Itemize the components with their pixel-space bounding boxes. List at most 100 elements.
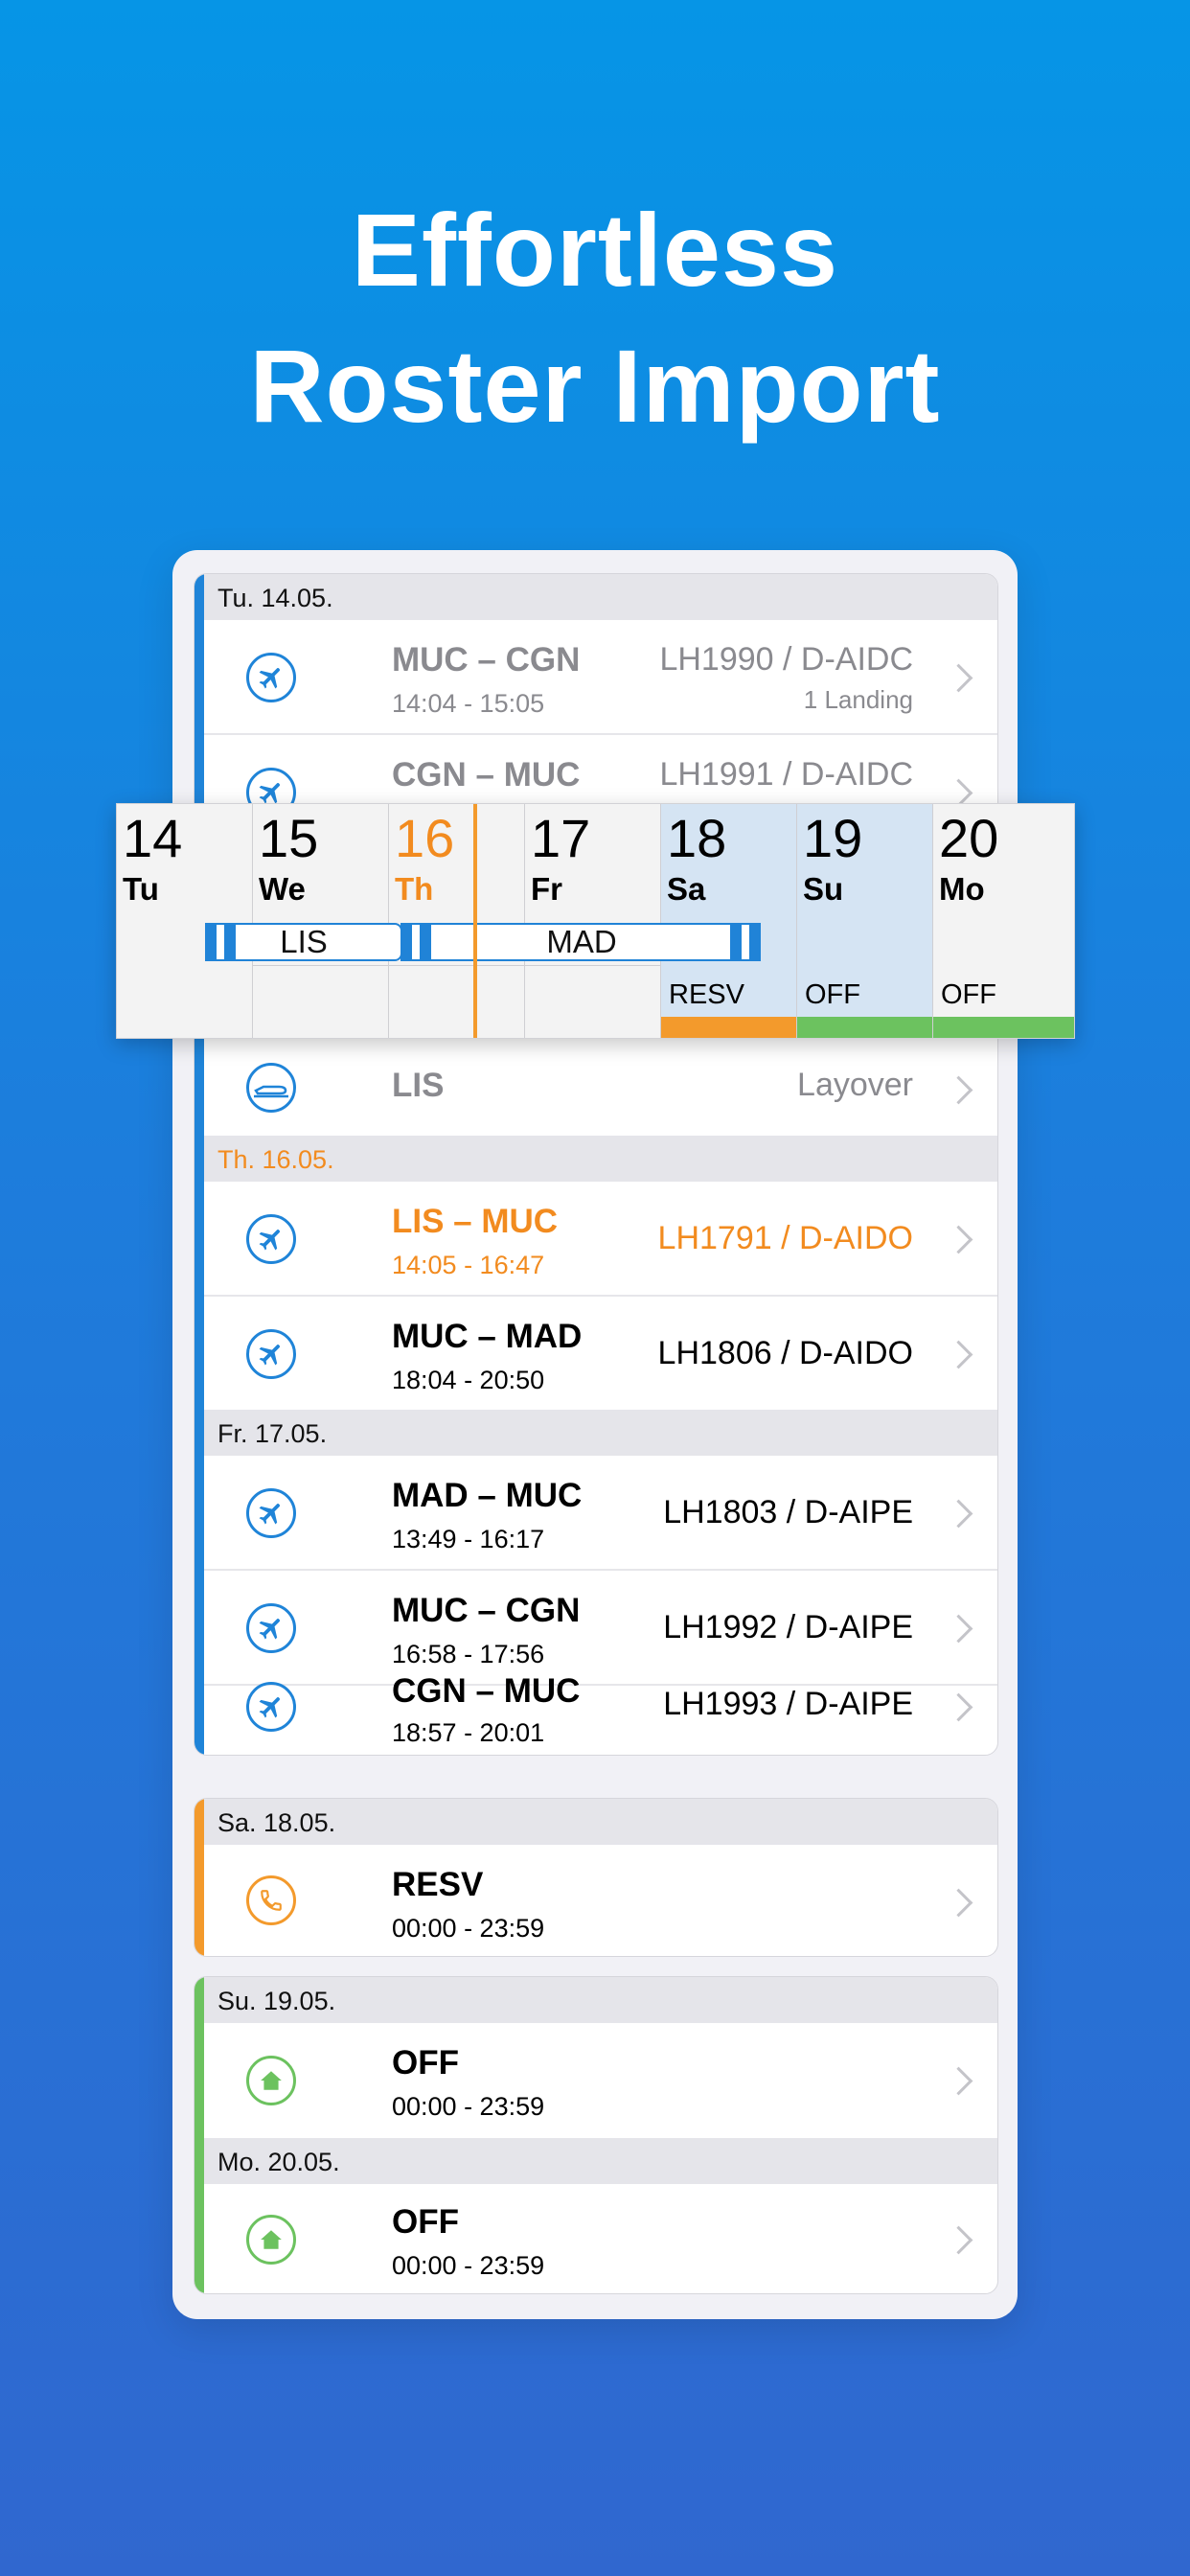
trip-pill-mad[interactable]: MAD [402, 923, 761, 961]
duty-title: OFF [392, 2044, 459, 2082]
weekday: Mo [939, 871, 985, 907]
layover-icon [246, 1063, 296, 1113]
airplane-icon [246, 1488, 296, 1538]
time-range: 00:00 - 23:59 [392, 2092, 545, 2121]
day-number: 17 [531, 808, 591, 868]
route: CGN – MUC [392, 756, 581, 794]
chevron-right-icon [944, 1075, 973, 1105]
duty-title: OFF [392, 2203, 459, 2241]
flight-row[interactable]: CGN – MUC 18:57 - 20:01 LH1993 / D-AIPE [204, 1672, 997, 1755]
phone-icon [246, 1875, 296, 1925]
time-range: 18:04 - 20:50 [392, 1366, 545, 1394]
airplane-icon [246, 1603, 296, 1653]
route: MUC – MAD [392, 1318, 583, 1355]
reserve-bar [195, 1799, 204, 1956]
flight-row[interactable]: MUC – CGN 14:04 - 15:05 LH1990 / D-AIDC … [204, 620, 997, 735]
flight-number: LH1806 / D-AIDO [657, 1335, 913, 1371]
current-time-line [473, 804, 477, 1038]
duty-label: OFF [805, 979, 860, 1010]
layover-place: LIS [392, 1067, 445, 1104]
headline-line-1: Effortless [351, 192, 839, 308]
weekday: Fr [531, 871, 562, 907]
flight-row[interactable]: MUC – CGN 16:58 - 17:56 LH1992 / D-AIPE [204, 1571, 997, 1686]
time-range: 13:49 - 16:17 [392, 1525, 545, 1553]
reserve-bar [661, 1017, 796, 1038]
route: LIS – MUC [392, 1203, 559, 1240]
chevron-right-icon [944, 1692, 973, 1722]
route: MUC – CGN [392, 1592, 581, 1629]
day-header-sa: Sa. 18.05. [204, 1799, 997, 1845]
day-header-mo: Mo. 20.05. [204, 2138, 997, 2184]
off-row[interactable]: OFF 00:00 - 23:59 [204, 2184, 997, 2293]
airplane-icon [246, 653, 296, 702]
home-icon [246, 2215, 296, 2265]
day-number: 19 [803, 808, 863, 868]
trip-block: Tu. 14.05. MUC – CGN 14:04 - 15:05 LH199… [194, 573, 998, 1756]
headline: Effortless Roster Import [0, 182, 1190, 454]
calendar-day[interactable]: 14 Tu [117, 804, 253, 1038]
weekday: Su [803, 871, 844, 907]
day-number: 18 [667, 808, 727, 868]
calendar-day[interactable]: 18 Sa RESV [661, 804, 797, 1038]
chevron-right-icon [944, 1499, 973, 1529]
day-number: 20 [939, 808, 999, 868]
trip-bar [195, 574, 204, 1755]
time-range: 16:58 - 17:56 [392, 1640, 545, 1668]
reserve-row[interactable]: RESV 00:00 - 23:59 [204, 1845, 997, 1956]
airplane-icon [246, 1682, 296, 1732]
home-icon [246, 2056, 296, 2105]
day-number: 14 [123, 808, 183, 868]
calendar-day[interactable]: 19 Su OFF [797, 804, 933, 1038]
time-range: 18:57 - 20:01 [392, 1718, 545, 1747]
off-bar [195, 1977, 204, 2293]
route: MAD – MUC [392, 1477, 583, 1514]
chevron-right-icon [944, 1888, 973, 1918]
calendar-strip: 14 Tu 15 We 16 Th 17 Fr 18 Sa RESV 19 Su… [116, 803, 1075, 1039]
chevron-right-icon [944, 2066, 973, 2096]
weekday: We [259, 871, 306, 907]
airplane-icon [246, 1214, 296, 1264]
weekday: Tu [123, 871, 159, 907]
time-range: 14:04 - 15:05 [392, 689, 545, 718]
flight-number: LH1791 / D-AIDO [657, 1220, 913, 1256]
time-range: 00:00 - 23:59 [392, 1914, 545, 1943]
calendar-day-today[interactable]: 16 Th [389, 804, 525, 1038]
calendar-day[interactable]: 15 We [253, 804, 389, 1038]
headline-line-2: Roster Import [249, 328, 941, 444]
reserve-block: Sa. 18.05. RESV 00:00 - 23:59 [194, 1798, 998, 1957]
calendar-day[interactable]: 17 Fr [525, 804, 661, 1038]
time-range: 00:00 - 23:59 [392, 2251, 545, 2280]
chevron-right-icon [944, 1614, 973, 1644]
day-number: 15 [259, 808, 319, 868]
flight-row[interactable]: MAD – MUC 13:49 - 16:17 LH1803 / D-AIPE [204, 1456, 997, 1571]
day-number: 16 [395, 808, 455, 868]
off-block: Su. 19.05. OFF 00:00 - 23:59 Mo. 20.05. … [194, 1976, 998, 2294]
day-header-tu: Tu. 14.05. [204, 574, 997, 620]
calendar-day[interactable]: 20 Mo OFF [933, 804, 1074, 1038]
route: CGN – MUC [392, 1672, 581, 1710]
off-bar [797, 1017, 932, 1038]
flight-number: LH1990 / D-AIDC [659, 641, 913, 678]
chevron-right-icon [944, 1225, 973, 1254]
flight-row[interactable]: MUC – MAD 18:04 - 20:50 LH1806 / D-AIDO [204, 1297, 997, 1410]
flight-number: LH1993 / D-AIPE [663, 1686, 913, 1722]
duty-label: OFF [941, 979, 996, 1010]
duty-label: RESV [669, 979, 744, 1010]
trip-label: MAD [546, 924, 617, 959]
day-header-fr: Fr. 17.05. [204, 1410, 997, 1456]
flight-row[interactable]: LIS – MUC 14:05 - 16:47 LH1791 / D-AIDO [204, 1182, 997, 1297]
time-range: 14:05 - 16:47 [392, 1251, 545, 1279]
off-row[interactable]: OFF 00:00 - 23:59 [204, 2023, 997, 2138]
airplane-icon [246, 1329, 296, 1379]
chevron-right-icon [944, 663, 973, 693]
flight-number: LH1803 / D-AIPE [663, 1494, 913, 1530]
chevron-right-icon [944, 1340, 973, 1369]
day-header-th: Th. 16.05. [204, 1136, 997, 1182]
layover-label: Layover [797, 1067, 913, 1103]
duty-title: RESV [392, 1866, 484, 1903]
flight-number: LH1991 / D-AIDC [659, 756, 913, 793]
weekday: Sa [667, 871, 706, 907]
weekday: Th [395, 871, 434, 907]
flight-number: LH1992 / D-AIPE [663, 1609, 913, 1645]
layover-row[interactable]: LIS Layover [204, 1040, 997, 1136]
